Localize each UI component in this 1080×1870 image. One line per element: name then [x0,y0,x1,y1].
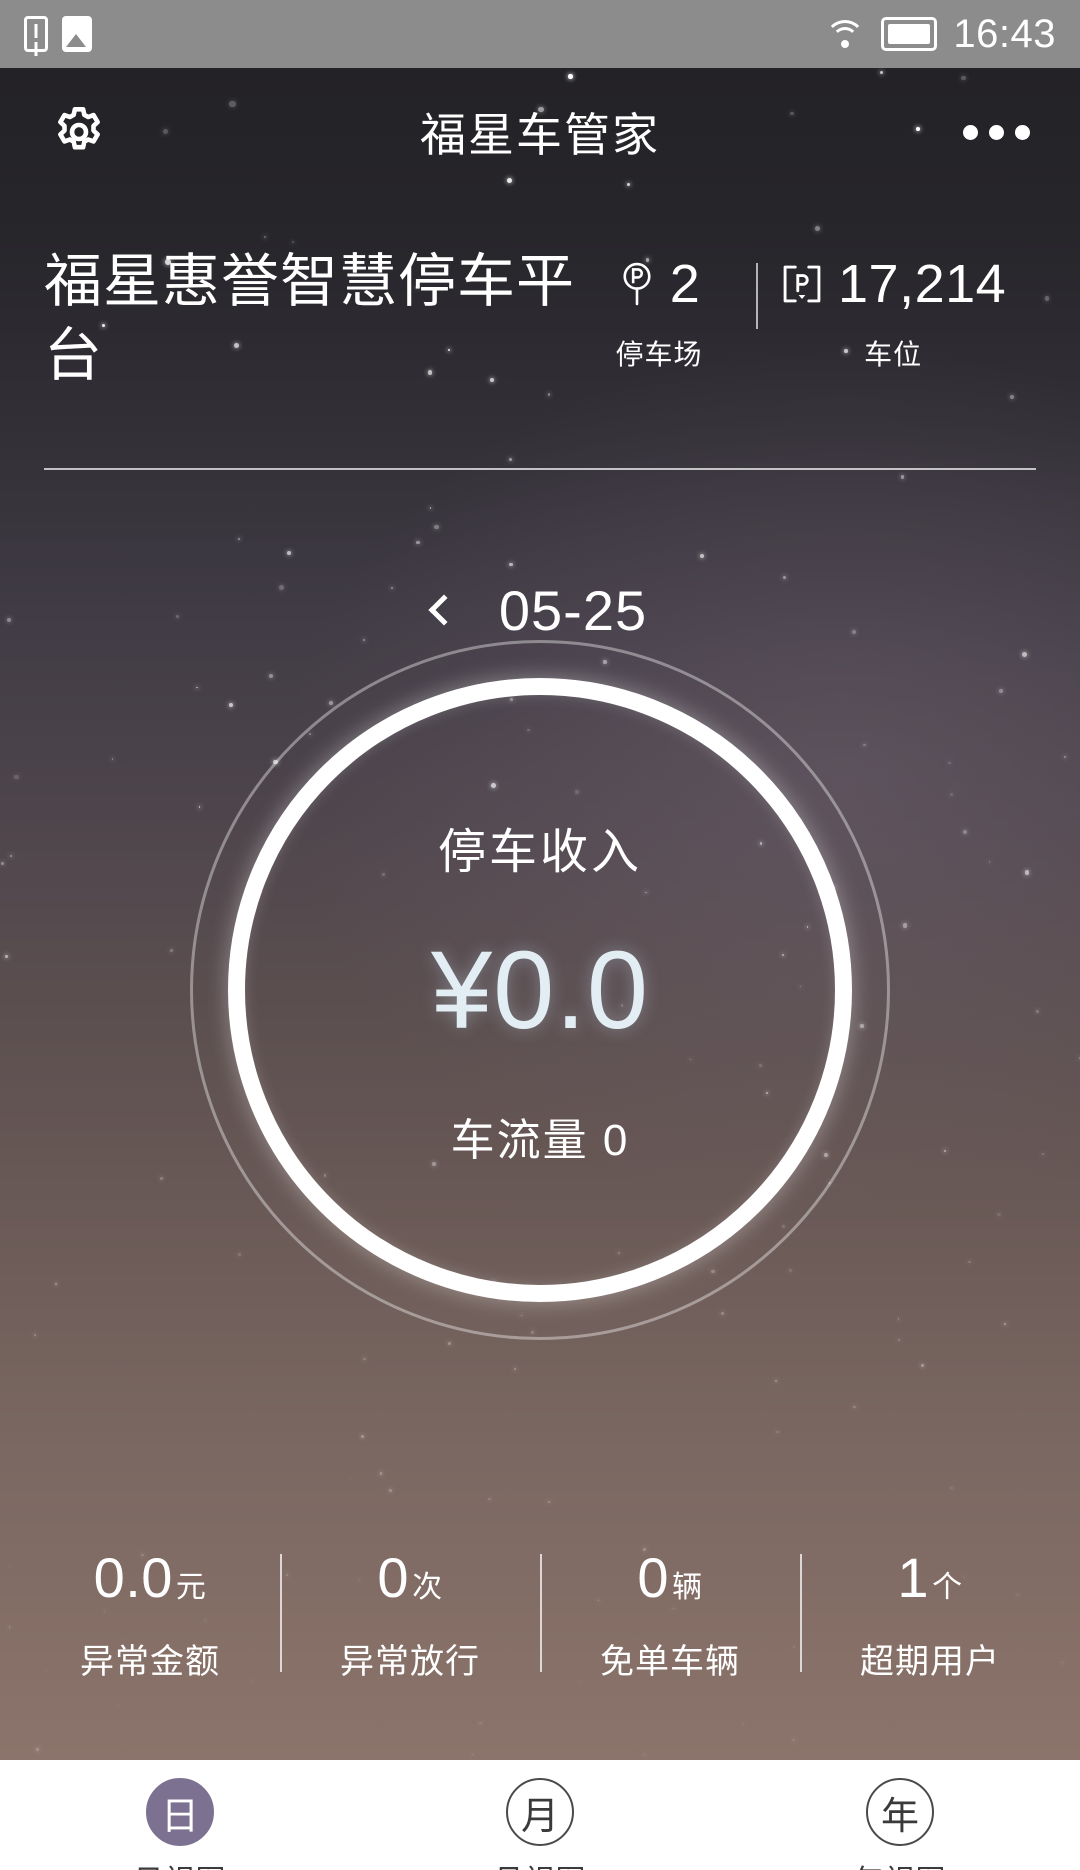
stat-parking-lots-value: 2 [669,254,701,314]
tab-month-view[interactable]: 月 月视图 [360,1778,720,1870]
stat-parking-spaces-top: 17,214 [780,257,1006,311]
stat-parking-spaces-value: 17,214 [838,254,1007,314]
bottom-stat-abnormal-release[interactable]: 0次 异常放行 [280,1540,540,1683]
bottom-stat-label: 异常金额 [80,1643,220,1681]
status-bar-left-icons [24,16,92,52]
more-dots-icon[interactable] [963,124,1030,140]
wifi-icon [825,18,866,50]
tab-year-label: 年视图 [854,1856,947,1870]
revenue-gauge[interactable]: 停车收入 ¥0.0 车流量 0 [190,640,890,1340]
gauge-title: 停车收入 [437,826,642,879]
gauge-content: 停车收入 ¥0.0 车流量 0 [190,640,890,1340]
bottom-stat-value: 1 [897,1546,930,1609]
tab-day-view[interactable]: 日 日视图 [0,1778,360,1870]
stats-divider [756,263,758,329]
bottom-stats-row: 0.0 元 异常金额 0次 异常放行 0辆 免单车辆 1个 超期用户 [0,1540,1080,1720]
bottom-stat-value: 0 [377,1546,410,1609]
bottom-stat-unit: 元 [175,1571,207,1604]
chevron-left-icon[interactable] [428,594,460,626]
picture-icon [62,16,92,52]
tab-year-view[interactable]: 年 年视图 [720,1778,1080,1870]
bottom-stat-abnormal-amount[interactable]: 0.0 元 异常金额 [20,1540,280,1683]
app-bar-title: 福星车管家 [420,109,660,161]
tab-month-icon: 月 [506,1778,574,1846]
parking-sign-icon [618,261,656,307]
stat-parking-spaces: 17,214 车位 [780,257,1006,373]
platform-stats: 2 停车场 17,214 车位 [584,245,1006,373]
tab-month-label: 月视图 [494,1856,587,1870]
sim-card-icon [24,16,48,52]
stat-parking-lots-top: 2 [584,257,734,311]
parking-slot-icon [780,262,824,306]
app-bar: 福星车管家 [0,68,1080,196]
bottom-stat-free-vehicles[interactable]: 0辆 免单车辆 [540,1540,800,1683]
bottom-stat-value: 0.0 [93,1546,173,1609]
platform-header: 福星惠誉智慧停车平台 2 停车场 17,214 车位 [0,245,1080,393]
battery-icon [881,17,938,51]
bottom-stat-value-group: 0.0 元 [20,1550,280,1606]
tab-day-icon: 日 [146,1778,214,1846]
gear-icon[interactable] [50,103,108,161]
bottom-stat-unit: 次 [412,1571,443,1604]
bottom-stat-value: 0 [637,1546,670,1609]
gauge-value: ¥0.0 [430,929,650,1052]
tab-day-label: 日视图 [134,1856,227,1870]
status-bar-right-icons: 16:43 [825,14,1056,54]
platform-name: 福星惠誉智慧停车平台 [44,249,576,389]
bottom-stat-label: 异常放行 [340,1643,480,1681]
header-horizontal-rule [44,468,1036,470]
status-bar: 16:43 [0,0,1080,68]
bottom-stat-label: 免单车辆 [600,1643,740,1681]
bottom-stat-unit: 个 [932,1571,963,1604]
gauge-subtitle: 车流量 0 [450,1116,630,1165]
stat-parking-lots-label: 停车场 [615,339,703,370]
current-date-label: 05-25 [498,578,648,642]
status-bar-clock: 16:43 [953,12,1056,56]
app-screen: 16:43 福星车管家 福星惠誉智慧停车平台 2 停车场 17,214 车位 0… [0,0,1080,1870]
bottom-stat-value-group: 0辆 [540,1550,800,1606]
stat-parking-spaces-label: 车位 [864,339,923,370]
bottom-stat-value-group: 1个 [800,1550,1060,1606]
bottom-stat-unit: 辆 [672,1571,703,1604]
bottom-tab-bar: 日 日视图 月 月视图 年 年视图 [0,1760,1080,1870]
bottom-stat-overdue-users[interactable]: 1个 超期用户 [800,1540,1060,1683]
stat-parking-lots: 2 停车场 [584,257,734,373]
bottom-stat-label: 超期用户 [860,1643,1000,1681]
tab-year-icon: 年 [866,1778,934,1846]
bottom-stat-value-group: 0次 [280,1550,540,1606]
